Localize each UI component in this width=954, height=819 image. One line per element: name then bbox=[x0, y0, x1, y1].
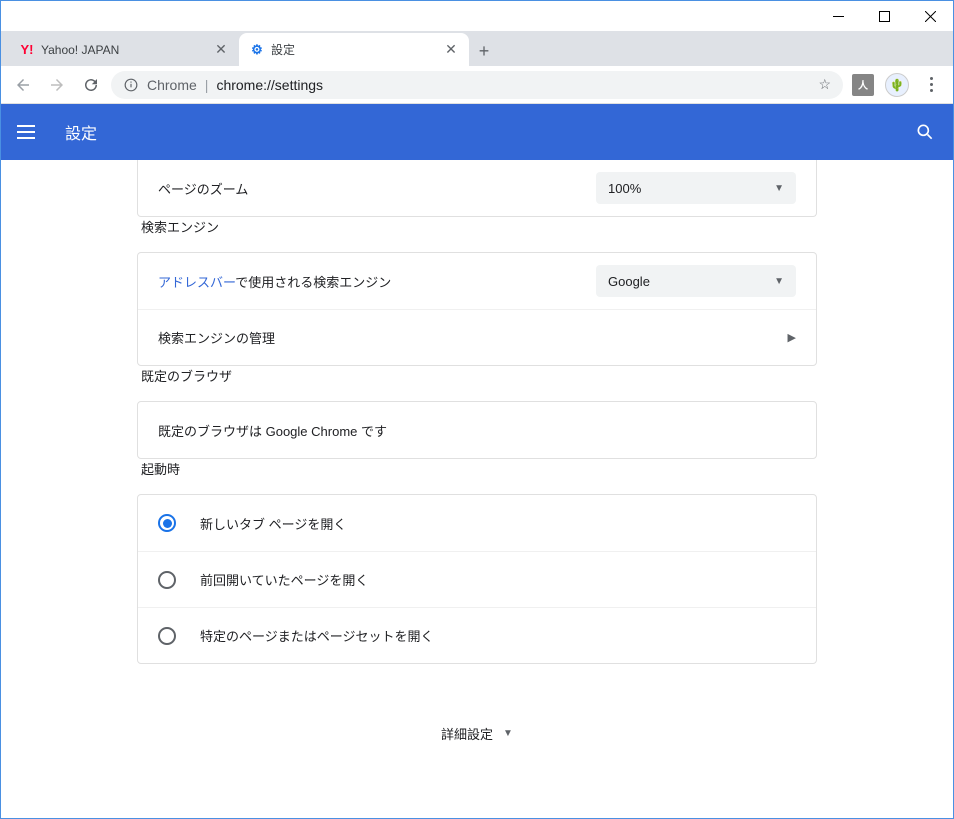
advanced-toggle[interactable]: 詳細設定 ▼ bbox=[137, 724, 817, 743]
default-browser-message: 既定のブラウザは Google Chrome です bbox=[158, 421, 796, 440]
pdf-extension-icon[interactable]: 人 bbox=[849, 71, 877, 99]
addressbar-link[interactable]: アドレスバー bbox=[158, 275, 235, 290]
site-info-icon[interactable] bbox=[123, 78, 139, 92]
new-tab-button[interactable]: + bbox=[469, 36, 499, 66]
tab-close-icon[interactable]: ✕ bbox=[213, 42, 229, 58]
appearance-card: ページのズーム 100% ▼ bbox=[137, 160, 817, 217]
url-divider: | bbox=[205, 77, 209, 93]
addressbar-rest: で使用される検索エンジン bbox=[235, 275, 391, 290]
tab-strip: Y! Yahoo! JAPAN ✕ ⚙ 設定 ✕ + bbox=[1, 31, 953, 66]
default-browser-card: 既定のブラウザは Google Chrome です bbox=[137, 401, 817, 459]
radio-button[interactable] bbox=[158, 571, 176, 589]
section-title-search-engine: 検索エンジン bbox=[137, 217, 817, 236]
page-zoom-label: ページのズーム bbox=[158, 179, 596, 198]
addressbar-engine-row: アドレスバーで使用される検索エンジン Google ▼ bbox=[138, 253, 816, 309]
window-titlebar bbox=[1, 1, 953, 31]
url-text: chrome://settings bbox=[216, 77, 323, 93]
search-settings-icon[interactable] bbox=[913, 120, 937, 144]
yahoo-favicon-icon: Y! bbox=[19, 42, 35, 58]
section-title-default-browser: 既定のブラウザ bbox=[137, 366, 817, 385]
tab-settings[interactable]: ⚙ 設定 ✕ bbox=[239, 33, 469, 66]
url-scheme-label: Chrome bbox=[147, 77, 197, 93]
window-minimize-button[interactable] bbox=[815, 1, 861, 31]
search-engine-card: アドレスバーで使用される検索エンジン Google ▼ 検索エンジンの管理 ▶ bbox=[137, 252, 817, 366]
page-zoom-value: 100% bbox=[608, 181, 641, 196]
radio-button[interactable] bbox=[158, 514, 176, 532]
startup-option-label: 特定のページまたはページセットを開く bbox=[200, 626, 433, 645]
startup-option-newtab[interactable]: 新しいタブ ページを開く bbox=[138, 495, 816, 551]
toolbar: Chrome | chrome://settings ☆ 人 🌵 bbox=[1, 66, 953, 104]
browser-menu-button[interactable] bbox=[917, 71, 945, 99]
chevron-down-icon: ▼ bbox=[503, 728, 513, 739]
hamburger-menu-icon[interactable] bbox=[17, 120, 41, 144]
page-zoom-row: ページのズーム 100% ▼ bbox=[138, 160, 816, 216]
startup-option-specific[interactable]: 特定のページまたはページセットを開く bbox=[138, 607, 816, 663]
search-engine-dropdown[interactable]: Google ▼ bbox=[596, 265, 796, 297]
dropdown-arrow-icon: ▼ bbox=[774, 276, 784, 287]
forward-button[interactable] bbox=[43, 71, 71, 99]
chevron-right-icon: ▶ bbox=[788, 331, 796, 344]
tab-close-icon[interactable]: ✕ bbox=[443, 42, 459, 58]
profile-avatar[interactable]: 🌵 bbox=[883, 71, 911, 99]
dropdown-arrow-icon: ▼ bbox=[774, 183, 784, 194]
settings-app-title: 設定 bbox=[65, 120, 913, 144]
window-maximize-button[interactable] bbox=[861, 1, 907, 31]
default-browser-row: 既定のブラウザは Google Chrome です bbox=[138, 402, 816, 458]
on-startup-card: 新しいタブ ページを開く 前回開いていたページを開く 特定のページまたはページセ… bbox=[137, 494, 817, 664]
page-zoom-dropdown[interactable]: 100% ▼ bbox=[596, 172, 796, 204]
manage-engines-row[interactable]: 検索エンジンの管理 ▶ bbox=[138, 309, 816, 365]
settings-body[interactable]: ページのズーム 100% ▼ 検索エンジン アドレスバーで使用される検索エンジン… bbox=[1, 160, 953, 818]
search-engine-value: Google bbox=[608, 274, 650, 289]
window-close-button[interactable] bbox=[907, 1, 953, 31]
startup-option-label: 前回開いていたページを開く bbox=[200, 570, 368, 589]
radio-button[interactable] bbox=[158, 627, 176, 645]
tab-title: 設定 bbox=[271, 41, 437, 58]
bookmark-star-icon[interactable]: ☆ bbox=[818, 76, 831, 93]
tab-yahoo[interactable]: Y! Yahoo! JAPAN ✕ bbox=[9, 33, 239, 66]
addressbar-engine-label: アドレスバーで使用される検索エンジン bbox=[158, 272, 596, 291]
startup-option-continue[interactable]: 前回開いていたページを開く bbox=[138, 551, 816, 607]
settings-header: 設定 bbox=[1, 104, 953, 160]
advanced-label: 詳細設定 bbox=[441, 724, 493, 743]
gear-favicon-icon: ⚙ bbox=[249, 42, 265, 58]
manage-engines-label: 検索エンジンの管理 bbox=[158, 328, 788, 347]
tab-title: Yahoo! JAPAN bbox=[41, 43, 207, 57]
reload-button[interactable] bbox=[77, 71, 105, 99]
address-bar[interactable]: Chrome | chrome://settings ☆ bbox=[111, 71, 843, 99]
settings-content: ページのズーム 100% ▼ 検索エンジン アドレスバーで使用される検索エンジン… bbox=[137, 160, 817, 818]
startup-option-label: 新しいタブ ページを開く bbox=[200, 514, 346, 533]
back-button[interactable] bbox=[9, 71, 37, 99]
section-title-on-startup: 起動時 bbox=[137, 459, 817, 478]
